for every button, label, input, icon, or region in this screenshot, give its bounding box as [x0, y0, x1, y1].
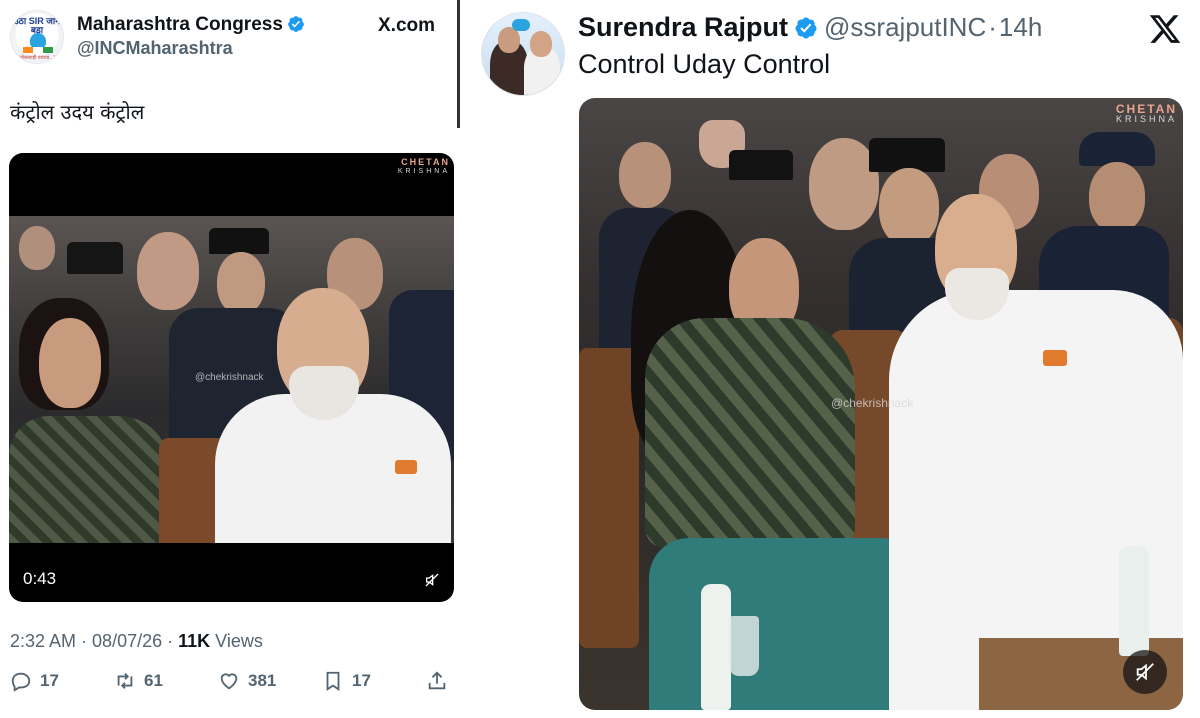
author-handle[interactable]: @INCMaharashtra	[77, 38, 233, 59]
like-count: 381	[248, 671, 277, 690]
glass	[729, 616, 759, 676]
tweet-time[interactable]: 2:32 AM	[10, 631, 76, 651]
views-count: 11K	[178, 631, 211, 651]
video-player[interactable]: CHETAN KRISHNA @chekrishnack	[579, 98, 1183, 710]
verified-badge-icon	[288, 16, 304, 32]
x-logo-icon[interactable]	[1148, 12, 1182, 46]
avatar-logo-subtext: लोकशाही वाचवा...!	[19, 55, 55, 61]
pocket-square	[395, 460, 417, 474]
tweet-date[interactable]: 08/07/26	[92, 631, 162, 651]
views-label: Views	[215, 631, 263, 651]
bookmark-button[interactable]: 17	[322, 668, 371, 694]
audience-head	[619, 142, 671, 208]
tweet-meta: 2:32 AM · 08/07/26 · 11K Views	[10, 631, 263, 651]
watermark-logo: CHETAN KRISHNA	[398, 157, 450, 177]
mute-icon[interactable]	[424, 572, 440, 588]
left-tweet-card: उठा SIR जाने बड़ा लोकशाही वाचवा...! Maha…	[0, 0, 460, 718]
like-icon	[220, 673, 238, 690]
right-tweet-card: Surendra Rajput @ssrajputINC·14h Control …	[460, 0, 1200, 718]
share-icon	[428, 671, 446, 690]
repost-icon	[117, 673, 133, 689]
audience-head	[729, 150, 793, 180]
watermark-logo-sub: KRISHNA	[1115, 114, 1177, 124]
author-avatar[interactable]: उठा SIR जाने बड़ा लोकशाही वाचवा...!	[10, 10, 64, 64]
woman-dress	[9, 416, 169, 543]
water-bottle	[1119, 546, 1149, 656]
video-player[interactable]: @chekrishnack CHETAN KRISHNA 0:43	[9, 153, 454, 602]
water-bottle	[701, 584, 731, 710]
woman-dress	[645, 318, 855, 548]
watermark: @chekrishnack	[195, 372, 264, 383]
tweet-age[interactable]: 14h	[999, 12, 1042, 42]
audience-head	[67, 242, 123, 274]
chair-back	[579, 348, 639, 648]
audience-head	[879, 168, 939, 246]
pocket-square	[1043, 350, 1067, 366]
audience-head	[217, 252, 265, 314]
author-avatar[interactable]	[481, 12, 565, 96]
bookmark-icon	[326, 671, 340, 691]
repost-count: 61	[144, 671, 163, 690]
video-frame: @chekrishnack	[9, 216, 454, 543]
source-label: X.com	[378, 15, 436, 36]
verified-badge-icon	[795, 17, 817, 39]
tweet-text: Control Uday Control	[578, 49, 831, 79]
separator-dot: ·	[988, 12, 997, 42]
reply-button[interactable]: 17	[10, 668, 59, 694]
author-name[interactable]: Maharashtra Congress	[77, 14, 283, 35]
audience-head	[209, 228, 269, 254]
reply-icon	[11, 672, 31, 692]
woman-face	[39, 318, 101, 408]
audience-head	[19, 226, 55, 270]
watermark-logo-sub: KRISHNA	[397, 168, 450, 175]
audience-head	[137, 232, 199, 310]
author-handle[interactable]: @ssrajputINC	[824, 12, 986, 42]
mute-button[interactable]	[1123, 650, 1167, 694]
author-name-row[interactable]: Maharashtra Congress	[77, 14, 305, 36]
audience-head	[869, 138, 945, 172]
avatar-face	[530, 31, 552, 57]
repost-button[interactable]: 61	[114, 668, 163, 694]
officer-cap	[1079, 132, 1155, 166]
watermark: @chekrishnack	[831, 396, 914, 410]
like-button[interactable]: 381	[218, 668, 276, 694]
bookmark-count: 17	[352, 671, 371, 690]
watermark-logo: CHETAN KRISHNA	[1115, 102, 1177, 124]
audience-head	[1089, 162, 1145, 232]
action-bar: 17 61 381 17	[10, 668, 455, 696]
hand-logo-icon	[512, 19, 530, 31]
watermark-logo-title: CHETAN	[401, 157, 450, 167]
tweet-text: कंट्रोल उदय कंट्रोल	[10, 100, 145, 124]
author-name-row[interactable]: Surendra Rajput @ssrajputINC·14h	[578, 12, 1042, 43]
video-duration: 0:43	[23, 569, 57, 588]
mute-icon	[1136, 663, 1154, 681]
reply-count: 17	[40, 671, 59, 690]
share-button[interactable]	[426, 668, 456, 694]
watermark-logo-title: CHETAN	[1115, 102, 1177, 116]
tricolor-stripe	[23, 47, 53, 53]
author-name[interactable]: Surendra Rajput	[578, 12, 788, 42]
